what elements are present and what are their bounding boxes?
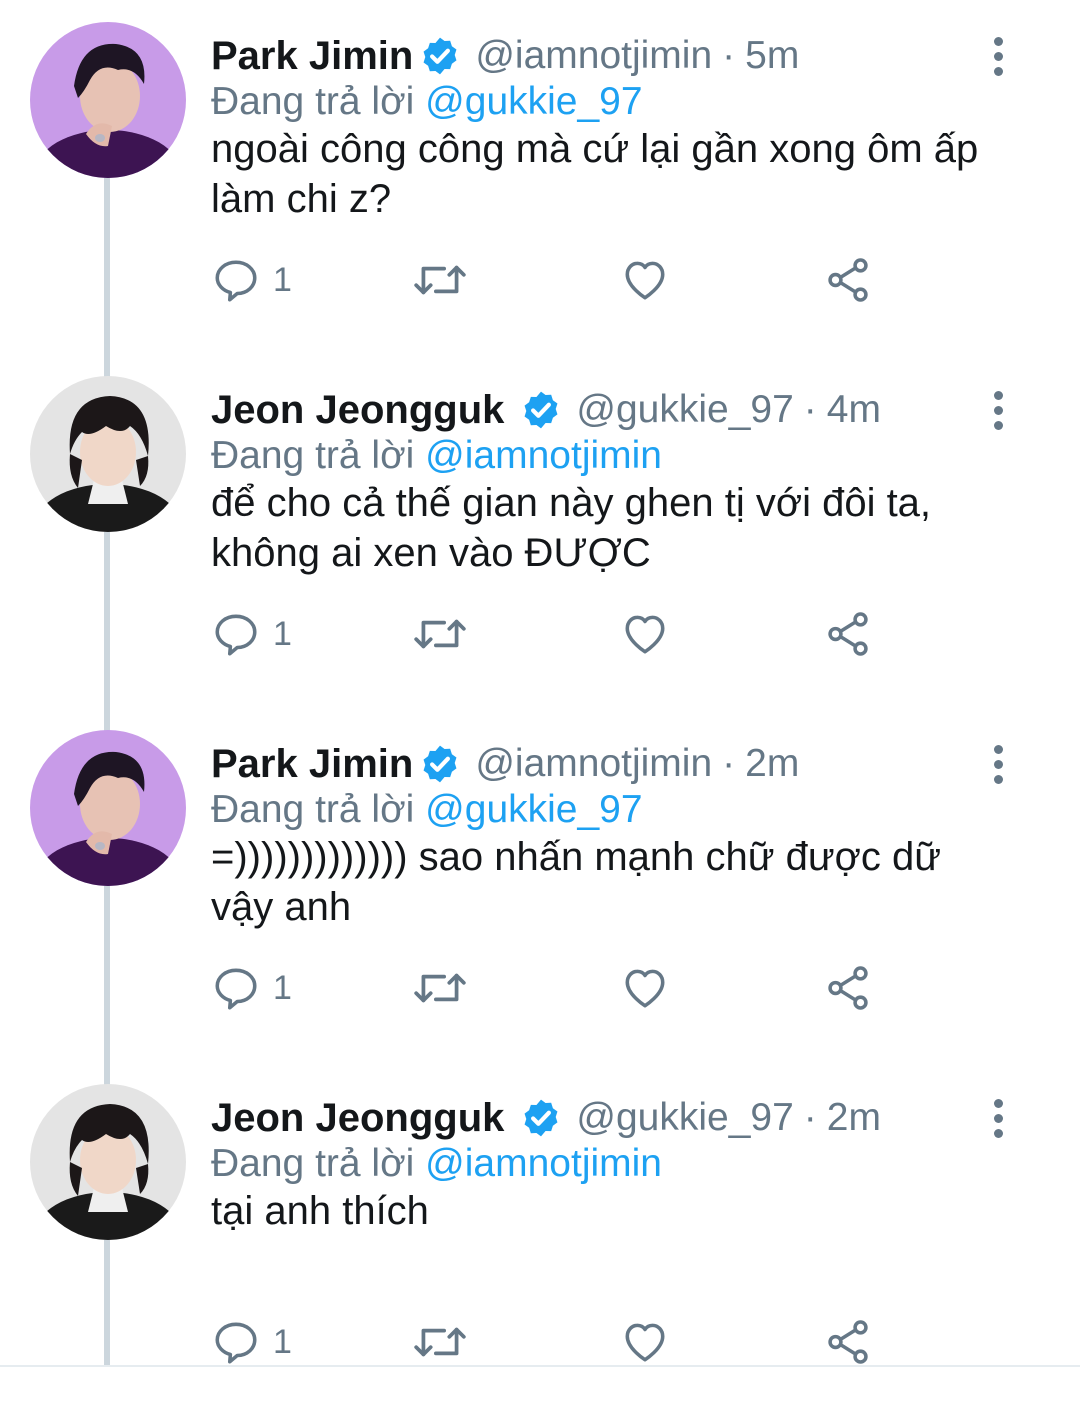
separator-dot: · xyxy=(803,388,817,431)
avatar[interactable] xyxy=(30,22,186,178)
more-icon[interactable] xyxy=(982,384,1014,436)
tweet-header: Jeon Jeongguk @gukkie_97 · 4m xyxy=(211,384,881,436)
retweet-icon xyxy=(414,265,466,295)
user-handle[interactable]: @gukkie_97 xyxy=(576,388,793,432)
more-icon[interactable] xyxy=(982,1092,1014,1144)
action-bar: 1 xyxy=(211,958,911,1018)
tweet-text: =))))))))))))) sao nhấn mạnh chữ được dữ… xyxy=(211,835,942,929)
reply-button[interactable]: 1 xyxy=(211,604,292,664)
display-name[interactable]: Park Jimin xyxy=(211,34,413,79)
replying-to: Đang trả lời @gukkie_97 xyxy=(211,80,643,124)
tweet-header: Jeon Jeongguk @gukkie_97 · 2m xyxy=(211,1092,881,1144)
tweet-thread: Park Jimin @iamnotjimin · 5m Đang trả lờ… xyxy=(0,0,1080,1383)
like-icon xyxy=(625,615,665,654)
mention-link[interactable]: @gukkie_97 xyxy=(425,788,642,831)
like-icon xyxy=(625,969,665,1008)
retweet-icon xyxy=(414,1327,466,1357)
display-name[interactable]: Park Jimin xyxy=(211,742,413,787)
retweet-button[interactable] xyxy=(411,604,469,664)
user-handle[interactable]: @gukkie_97 xyxy=(576,1096,793,1140)
share-icon xyxy=(828,258,868,302)
like-icon xyxy=(625,1323,665,1362)
verified-icon xyxy=(524,1099,558,1137)
avatar[interactable] xyxy=(30,1084,186,1240)
like-button[interactable] xyxy=(619,604,671,664)
reply-icon xyxy=(215,614,257,656)
tweet[interactable]: Jeon Jeongguk @gukkie_97 · 4m Đang trả l… xyxy=(0,354,1080,708)
tweet[interactable]: Park Jimin @iamnotjimin · 2m Đang trả lờ… xyxy=(0,708,1080,1062)
retweet-button[interactable] xyxy=(411,1312,469,1372)
timestamp[interactable]: 2m xyxy=(745,742,799,786)
reply-icon xyxy=(215,260,257,302)
like-button[interactable] xyxy=(619,958,671,1018)
like-button[interactable] xyxy=(619,250,671,310)
more-icon[interactable] xyxy=(982,738,1014,790)
tweet-text: ngoài công công mà cứ lại gần xong ôm ấp… xyxy=(211,127,979,221)
avatar-image xyxy=(30,376,186,532)
share-button[interactable] xyxy=(823,250,873,310)
share-button[interactable] xyxy=(823,958,873,1018)
reply-icon xyxy=(215,1322,257,1364)
retweet-icon xyxy=(414,619,466,649)
reply-count: 1 xyxy=(273,968,292,1007)
tweet-text: tại anh thích xyxy=(211,1189,429,1233)
reply-button[interactable]: 1 xyxy=(211,250,292,310)
avatar[interactable] xyxy=(30,376,186,532)
avatar[interactable] xyxy=(30,730,186,886)
replying-to-label: Đang trả lời xyxy=(211,434,415,477)
like-icon xyxy=(625,261,665,300)
avatar-image xyxy=(30,730,186,886)
more-icon[interactable] xyxy=(982,30,1014,82)
replying-to: Đang trả lời @iamnotjimin xyxy=(211,1142,662,1186)
tweet[interactable]: Jeon Jeongguk @gukkie_97 · 2m Đang trả l… xyxy=(0,1062,1080,1416)
separator-dot: · xyxy=(722,34,736,77)
share-icon xyxy=(828,1320,868,1364)
tweet-header: Park Jimin @iamnotjimin · 5m xyxy=(211,30,799,82)
tweet-text: để cho cả thế gian này ghen tị với đôi t… xyxy=(211,481,932,575)
separator-dot: · xyxy=(803,1096,817,1139)
share-button[interactable] xyxy=(823,1312,873,1372)
retweet-button[interactable] xyxy=(411,958,469,1018)
divider xyxy=(0,1365,1080,1367)
display-name[interactable]: Jeon Jeongguk xyxy=(211,388,504,433)
replying-to-label: Đang trả lời xyxy=(211,788,415,831)
timestamp[interactable]: 5m xyxy=(745,34,799,78)
reply-count: 1 xyxy=(273,614,292,653)
display-name[interactable]: Jeon Jeongguk xyxy=(211,1096,504,1141)
replying-to-label: Đang trả lời xyxy=(211,80,415,123)
action-bar: 1 xyxy=(211,604,911,664)
replying-to: Đang trả lời @iamnotjimin xyxy=(211,434,662,478)
reply-button[interactable]: 1 xyxy=(211,958,292,1018)
reply-icon xyxy=(215,968,257,1010)
tweet-header: Park Jimin @iamnotjimin · 2m xyxy=(211,738,799,790)
share-icon xyxy=(828,966,868,1010)
reply-count: 1 xyxy=(273,1322,292,1361)
timestamp[interactable]: 4m xyxy=(827,388,881,432)
user-handle[interactable]: @iamnotjimin xyxy=(475,742,712,786)
verified-icon xyxy=(423,37,457,75)
tweet[interactable]: Park Jimin @iamnotjimin · 5m Đang trả lờ… xyxy=(0,0,1080,354)
replying-to: Đang trả lời @gukkie_97 xyxy=(211,788,643,832)
user-handle[interactable]: @iamnotjimin xyxy=(475,34,712,78)
verified-icon xyxy=(524,391,558,429)
separator-dot: · xyxy=(722,742,736,785)
verified-icon xyxy=(423,745,457,783)
avatar-image xyxy=(30,22,186,178)
retweet-button[interactable] xyxy=(411,250,469,310)
share-button[interactable] xyxy=(823,604,873,664)
action-bar: 1 xyxy=(211,1312,911,1372)
retweet-icon xyxy=(414,973,466,1003)
reply-count: 1 xyxy=(273,260,292,299)
like-button[interactable] xyxy=(619,1312,671,1372)
mention-link[interactable]: @gukkie_97 xyxy=(425,80,642,123)
mention-link[interactable]: @iamnotjimin xyxy=(425,1142,662,1185)
mention-link[interactable]: @iamnotjimin xyxy=(425,434,662,477)
replying-to-label: Đang trả lời xyxy=(211,1142,415,1185)
share-icon xyxy=(828,612,868,656)
action-bar: 1 xyxy=(211,250,911,310)
timestamp[interactable]: 2m xyxy=(827,1096,881,1140)
avatar-image xyxy=(30,1084,186,1240)
reply-button[interactable]: 1 xyxy=(211,1312,292,1372)
